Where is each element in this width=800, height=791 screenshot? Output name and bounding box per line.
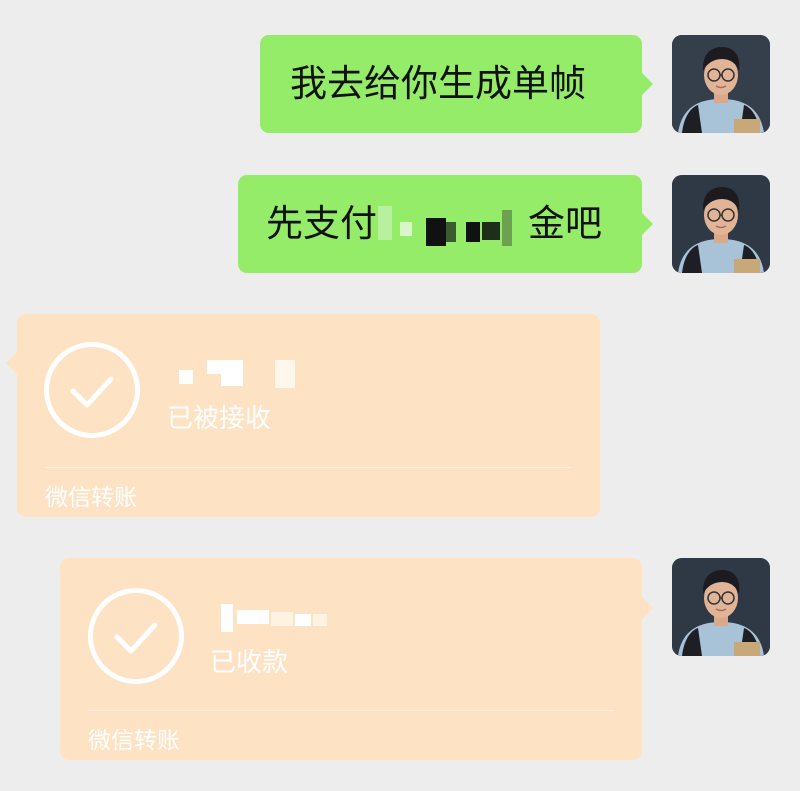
divider <box>88 710 614 711</box>
redacted-amount <box>167 352 307 392</box>
message-row: 先支付 金吧 <box>0 140 800 280</box>
transfer-card[interactable]: 已收款 微信转账 <box>60 558 642 760</box>
redacted-area <box>378 200 528 250</box>
transfer-status: 已被接收 <box>167 404 272 434</box>
avatar[interactable] <box>672 175 770 273</box>
transfer-card[interactable]: 已被接收 微信转账 <box>17 314 600 517</box>
bubble-tail <box>6 352 17 374</box>
outgoing-text-bubble[interactable]: 我去给你生成单帧 <box>260 35 642 133</box>
message-text: 我去给你生成单帧 <box>290 62 586 105</box>
user-avatar-icon <box>672 35 770 133</box>
avatar[interactable] <box>672 558 770 656</box>
message-row: 我去给你生成单帧 <box>0 0 800 140</box>
check-circle-icon <box>88 588 184 684</box>
user-avatar-icon <box>672 175 770 273</box>
outgoing-text-bubble[interactable]: 先支付 金吧 <box>238 175 642 273</box>
message-row: 已收款 微信转账 <box>0 540 800 770</box>
divider <box>45 467 571 468</box>
check-circle-icon <box>44 342 140 438</box>
transfer-status: 已收款 <box>210 648 289 678</box>
message-row: 已被接收 微信转账 <box>0 300 800 530</box>
transfer-footer: 微信转账 <box>88 728 180 754</box>
bubble-tail <box>642 213 653 235</box>
chat-screen: { "messages": [ { "type": "text", "direc… <box>0 0 800 791</box>
avatar[interactable] <box>672 35 770 133</box>
transfer-footer: 微信转账 <box>45 485 137 511</box>
redacted-amount <box>215 600 345 636</box>
bubble-tail <box>642 73 653 95</box>
bubble-tail <box>642 597 653 619</box>
user-avatar-icon <box>672 558 770 656</box>
message-text-end: 金吧 <box>528 202 602 245</box>
message-text-start: 先支付 <box>266 202 377 245</box>
